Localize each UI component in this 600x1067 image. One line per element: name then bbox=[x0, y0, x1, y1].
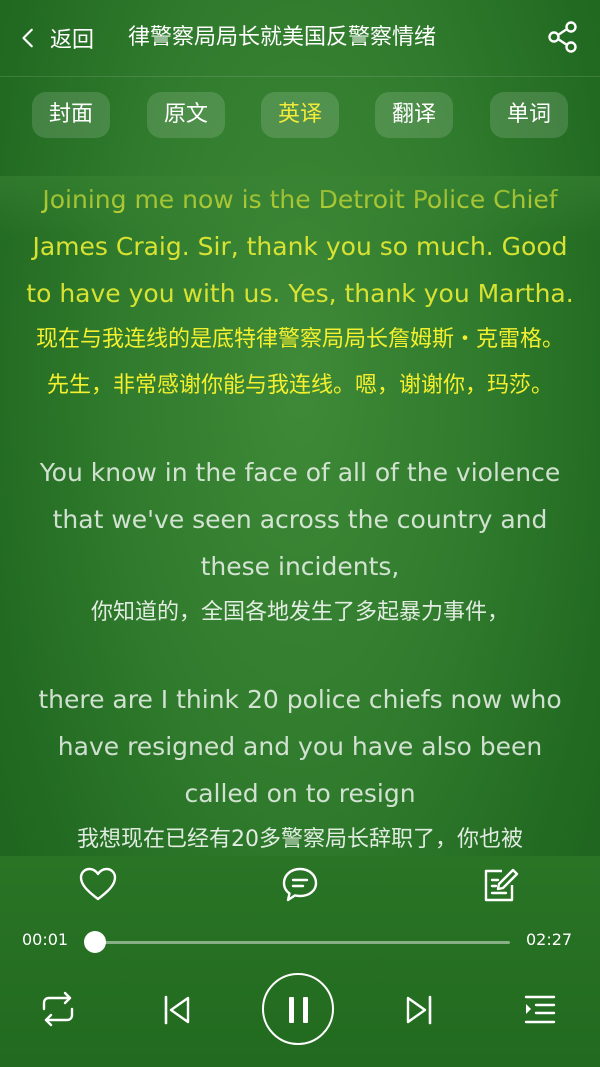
tab-vocabulary[interactable]: 单词 bbox=[490, 92, 568, 138]
segment-chinese: 你知道的，全国各地发生了多起暴力事件， bbox=[90, 600, 509, 625]
previous-button[interactable] bbox=[160, 993, 194, 1027]
repeat-icon bbox=[42, 991, 74, 1027]
segment-chinese: 我想现在已经有20多警察局长辞职了，你也被 bbox=[77, 827, 523, 852]
comment-button[interactable] bbox=[280, 865, 320, 905]
transcript-area[interactable]: Joining me now is the Detroit Police Chi… bbox=[0, 176, 600, 856]
heart-icon bbox=[79, 867, 117, 901]
player-panel: 00:01 02:27 bbox=[0, 856, 600, 1067]
view-tabs: 封面 原文 英译 翻译 单词 bbox=[0, 92, 600, 138]
note-edit-icon bbox=[484, 868, 519, 902]
share-button[interactable] bbox=[546, 20, 580, 54]
tab-original[interactable]: 原文 bbox=[147, 92, 225, 138]
next-track-icon bbox=[406, 995, 432, 1025]
page-title: 律警察局局长就美国反警察情绪 bbox=[128, 25, 437, 50]
playlist-icon bbox=[524, 995, 556, 1024]
next-button[interactable] bbox=[402, 993, 436, 1027]
pause-icon bbox=[289, 997, 308, 1023]
favorite-button[interactable] bbox=[78, 865, 118, 905]
pause-button[interactable] bbox=[262, 973, 334, 1045]
tab-translation[interactable]: 翻译 bbox=[375, 92, 453, 138]
transcript-segment[interactable]: there are I think 20 police chiefs now w… bbox=[0, 676, 600, 856]
tab-english-translation[interactable]: 英译 bbox=[261, 92, 339, 138]
repeat-button[interactable] bbox=[38, 991, 78, 1027]
back-button[interactable]: 返回 bbox=[18, 18, 94, 58]
previous-track-icon bbox=[164, 995, 190, 1025]
total-time: 02:27 bbox=[526, 930, 573, 949]
transcript-segment[interactable]: Joining me now is the Detroit Police Chi… bbox=[0, 176, 600, 409]
back-label: 返回 bbox=[50, 28, 95, 53]
segment-english: there are I think 20 police chiefs now w… bbox=[38, 685, 562, 808]
tab-cover[interactable]: 封面 bbox=[32, 92, 110, 138]
progress-bar[interactable] bbox=[83, 931, 510, 953]
current-time: 00:01 bbox=[22, 930, 69, 949]
progress-thumb[interactable] bbox=[83, 931, 106, 953]
comment-icon bbox=[282, 867, 318, 902]
segment-chinese: 现在与我连线的是底特律警察局局长詹姆斯・克雷格。先生，非常感谢你能与我连线。嗯，… bbox=[35, 327, 564, 398]
notes-button[interactable] bbox=[482, 865, 522, 905]
chevron-left-icon bbox=[22, 28, 33, 48]
segment-english: Joining me now is the Detroit Police Chi… bbox=[26, 185, 574, 308]
segment-english: You know in the face of all of the viole… bbox=[39, 458, 561, 581]
transcript-segment[interactable]: You know in the face of all of the viole… bbox=[0, 449, 600, 636]
playlist-button[interactable] bbox=[524, 993, 556, 1027]
share-icon bbox=[548, 21, 577, 53]
header-bar: 返回 律警察局局长就美国反警察情绪 bbox=[0, 0, 600, 77]
